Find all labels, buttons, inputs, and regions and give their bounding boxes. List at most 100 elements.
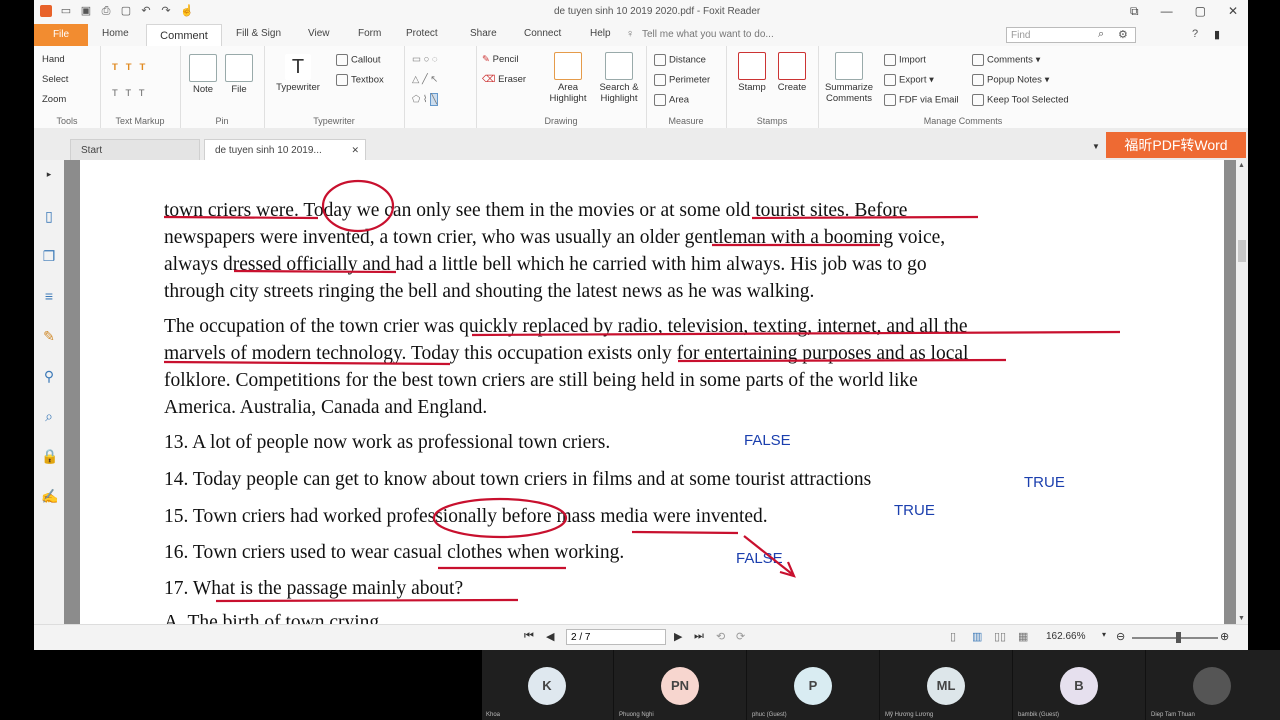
find-input[interactable]: Find xyxy=(1006,27,1136,43)
close-tab-icon[interactable]: ✕ xyxy=(351,140,359,161)
search-highlight-label: Search & Highlight xyxy=(599,82,639,104)
continuous-page-icon[interactable]: ▥ xyxy=(972,630,982,643)
participant-tile[interactable]: P phuc (Guest) xyxy=(748,650,880,720)
single-page-icon[interactable]: ▯ xyxy=(950,630,956,643)
file-button[interactable]: File xyxy=(224,54,254,95)
next-page-icon[interactable]: ▶ xyxy=(674,630,682,643)
tab-list-dropdown-icon[interactable]: ▼ xyxy=(1092,142,1100,151)
hand-tool-icon[interactable]: ☝ xyxy=(180,5,194,17)
search-icon[interactable]: ⌕ xyxy=(1098,28,1104,41)
note-button[interactable]: Note xyxy=(188,54,218,95)
select-tool[interactable]: Select xyxy=(42,74,68,85)
keep-tool-selected-checkbox[interactable]: Keep Tool Selected xyxy=(972,94,1069,106)
document-view[interactable]: town criers were. Today we can only see … xyxy=(64,160,1236,624)
hand-tool[interactable]: Hand xyxy=(42,54,65,65)
underline-icon[interactable]: T T T xyxy=(112,88,145,99)
account-icon[interactable]: ▮ xyxy=(1214,28,1220,41)
search-highlight-button[interactable]: Search & Highlight xyxy=(594,52,644,104)
tab-share[interactable]: Share xyxy=(470,28,497,39)
tab-file[interactable]: File xyxy=(34,24,88,46)
settings-icon[interactable]: ⚙ xyxy=(1118,28,1128,41)
zoom-level[interactable]: 162.66% xyxy=(1046,631,1085,642)
eraser-button[interactable]: ⌫ Eraser xyxy=(482,74,526,85)
help-icon[interactable]: ? xyxy=(1192,28,1198,40)
area-button[interactable]: Area xyxy=(654,94,689,106)
perimeter-button[interactable]: Perimeter xyxy=(654,74,710,86)
open-icon[interactable]: ▭ xyxy=(60,5,72,17)
maximize-icon[interactable]: ▢ xyxy=(1195,4,1206,19)
continuous-facing-icon[interactable]: ▦ xyxy=(1018,630,1028,643)
line-icon[interactable]: △ ╱ ↖ xyxy=(412,74,438,85)
tab-comment[interactable]: Comment xyxy=(146,24,222,48)
comments-dropdown[interactable]: Comments ▾ xyxy=(972,54,1040,66)
redo-icon[interactable]: ↷ xyxy=(160,5,172,17)
tab-connect[interactable]: Connect xyxy=(524,28,561,39)
first-page-icon[interactable]: ⏮ xyxy=(524,630,534,643)
typewriter-button[interactable]: T Typewriter xyxy=(272,54,324,93)
callout-icon xyxy=(336,54,348,66)
highlight-icon[interactable]: T T T xyxy=(112,62,145,73)
scroll-up-icon[interactable]: ▲ xyxy=(1238,162,1245,169)
stamp-button[interactable]: Stamp xyxy=(734,52,770,93)
participant-tile[interactable]: PN Phuong Nghi xyxy=(615,650,747,720)
screenshot-icon[interactable]: ▢ xyxy=(120,5,132,17)
pencil-button[interactable]: ✎ Pencil xyxy=(482,54,518,65)
create-stamp-button[interactable]: Create xyxy=(774,52,810,93)
facing-page-icon[interactable]: ▯▯ xyxy=(994,630,1006,643)
summarize-comments-button[interactable]: Summarize Comments xyxy=(822,52,876,104)
comments-panel-icon[interactable]: ✎ xyxy=(41,328,57,344)
participant-tile[interactable]: Diep Tam Thuan xyxy=(1147,650,1278,720)
close-icon[interactable]: ✕ xyxy=(1228,4,1238,19)
tab-current-document[interactable]: de tuyen sinh 10 2019... ✕ xyxy=(204,139,366,160)
scroll-thumb[interactable] xyxy=(1238,240,1246,262)
polygon-icon[interactable]: ⬠ ⌇ ╲ xyxy=(412,93,438,106)
participant-tile[interactable]: K Khoa xyxy=(482,650,614,720)
search-panel-icon[interactable]: ⌕ xyxy=(41,408,57,424)
signature-icon[interactable]: ✍ xyxy=(41,488,58,504)
save-icon[interactable]: ▣ xyxy=(80,5,92,17)
security-icon[interactable]: 🔒 xyxy=(41,448,58,464)
rectangle-icon[interactable]: ▭ ○ ◌ xyxy=(412,54,438,65)
zoom-in-icon[interactable]: ⊕ xyxy=(1220,630,1229,643)
tab-fill-sign[interactable]: Fill & Sign xyxy=(236,28,281,39)
export-button[interactable]: Export ▾ xyxy=(884,74,934,86)
ribbon-options-icon[interactable]: ⧉ xyxy=(1130,4,1139,19)
tab-start[interactable]: Start xyxy=(70,139,200,160)
area-highlight-button[interactable]: Area Highlight xyxy=(546,52,590,104)
vertical-scrollbar[interactable]: ▲ ▼ xyxy=(1236,160,1248,624)
layers-icon[interactable]: ≡ xyxy=(41,288,57,304)
attachments-icon[interactable]: ⚲ xyxy=(41,368,57,384)
pages-icon[interactable]: ❐ xyxy=(41,248,57,264)
tab-help[interactable]: Help xyxy=(590,28,611,39)
bookmark-icon[interactable]: ▯ xyxy=(41,208,57,224)
tab-protect[interactable]: Protect xyxy=(406,28,438,39)
prev-view-icon[interactable]: ⟲ xyxy=(716,630,725,643)
import-button[interactable]: Import xyxy=(884,54,926,66)
fdf-email-button[interactable]: FDF via Email xyxy=(884,94,959,106)
undo-icon[interactable]: ↶ xyxy=(140,5,152,17)
print-icon[interactable]: ⎙ xyxy=(100,5,112,17)
zoom-out-icon[interactable]: ⊖ xyxy=(1116,630,1125,643)
tab-home[interactable]: Home xyxy=(102,28,129,39)
participant-tile[interactable]: B bambik (Guest) xyxy=(1014,650,1146,720)
zoom-dropdown-icon[interactable]: ▾ xyxy=(1102,630,1106,639)
scroll-down-icon[interactable]: ▼ xyxy=(1238,615,1245,622)
popup-notes-dropdown[interactable]: Popup Notes ▾ xyxy=(972,74,1049,86)
last-page-icon[interactable]: ⏭ xyxy=(694,630,704,643)
tab-view[interactable]: View xyxy=(308,28,330,39)
tab-form[interactable]: Form xyxy=(358,28,381,39)
next-view-icon[interactable]: ⟳ xyxy=(736,630,745,643)
participant-tile[interactable]: ML Mỹ Hương Lương xyxy=(881,650,1013,720)
textbox-button[interactable]: Textbox xyxy=(336,74,384,86)
tell-me-box[interactable]: Tell me what you want to do... xyxy=(642,29,774,40)
zoom-tool[interactable]: Zoom xyxy=(42,94,66,105)
zoom-slider-knob[interactable] xyxy=(1176,632,1181,643)
expand-panel-icon[interactable]: ▸ xyxy=(41,166,57,182)
prev-page-icon[interactable]: ◀ xyxy=(546,630,554,643)
page-number-input[interactable]: 2 / 7 xyxy=(566,629,666,645)
callout-button[interactable]: Callout xyxy=(336,54,381,66)
convert-banner[interactable]: 福昕PDF转Word xyxy=(1106,132,1246,158)
zoom-slider[interactable] xyxy=(1132,637,1218,639)
minimize-icon[interactable]: — xyxy=(1161,4,1173,19)
distance-button[interactable]: Distance xyxy=(654,54,706,66)
